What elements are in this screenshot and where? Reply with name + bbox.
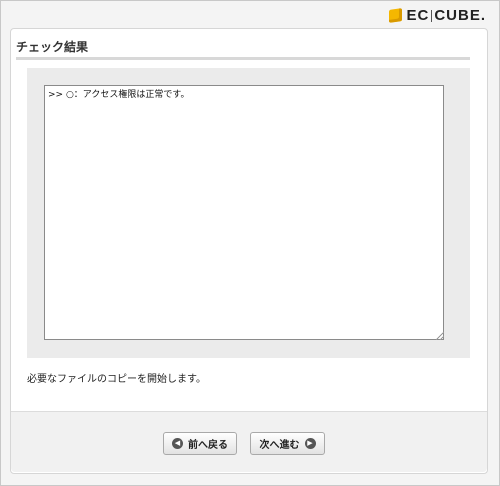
logo-text: EC CUBE.	[406, 7, 486, 24]
back-button-label: 前へ戻る	[188, 440, 228, 451]
next-button-label: 次へ進む	[259, 440, 300, 451]
title-divider	[16, 57, 470, 60]
status-message: 必要なファイルのコピーを開始します。	[27, 374, 206, 385]
arrow-left-icon: ◀	[172, 438, 183, 449]
cube-icon	[389, 8, 403, 23]
back-button[interactable]: ◀ 前へ戻る	[163, 432, 237, 455]
arrow-right-icon: ▶	[304, 438, 316, 449]
section-title: チェック結果	[16, 40, 89, 54]
eccube-logo: EC CUBE.	[389, 8, 486, 23]
resize-grip-icon[interactable]	[436, 332, 444, 340]
footer-bar	[11, 411, 487, 472]
next-button[interactable]: 次へ進む ▶	[250, 432, 325, 455]
check-result-log[interactable]: >> ○：アクセス権限は正常です。	[44, 85, 444, 340]
